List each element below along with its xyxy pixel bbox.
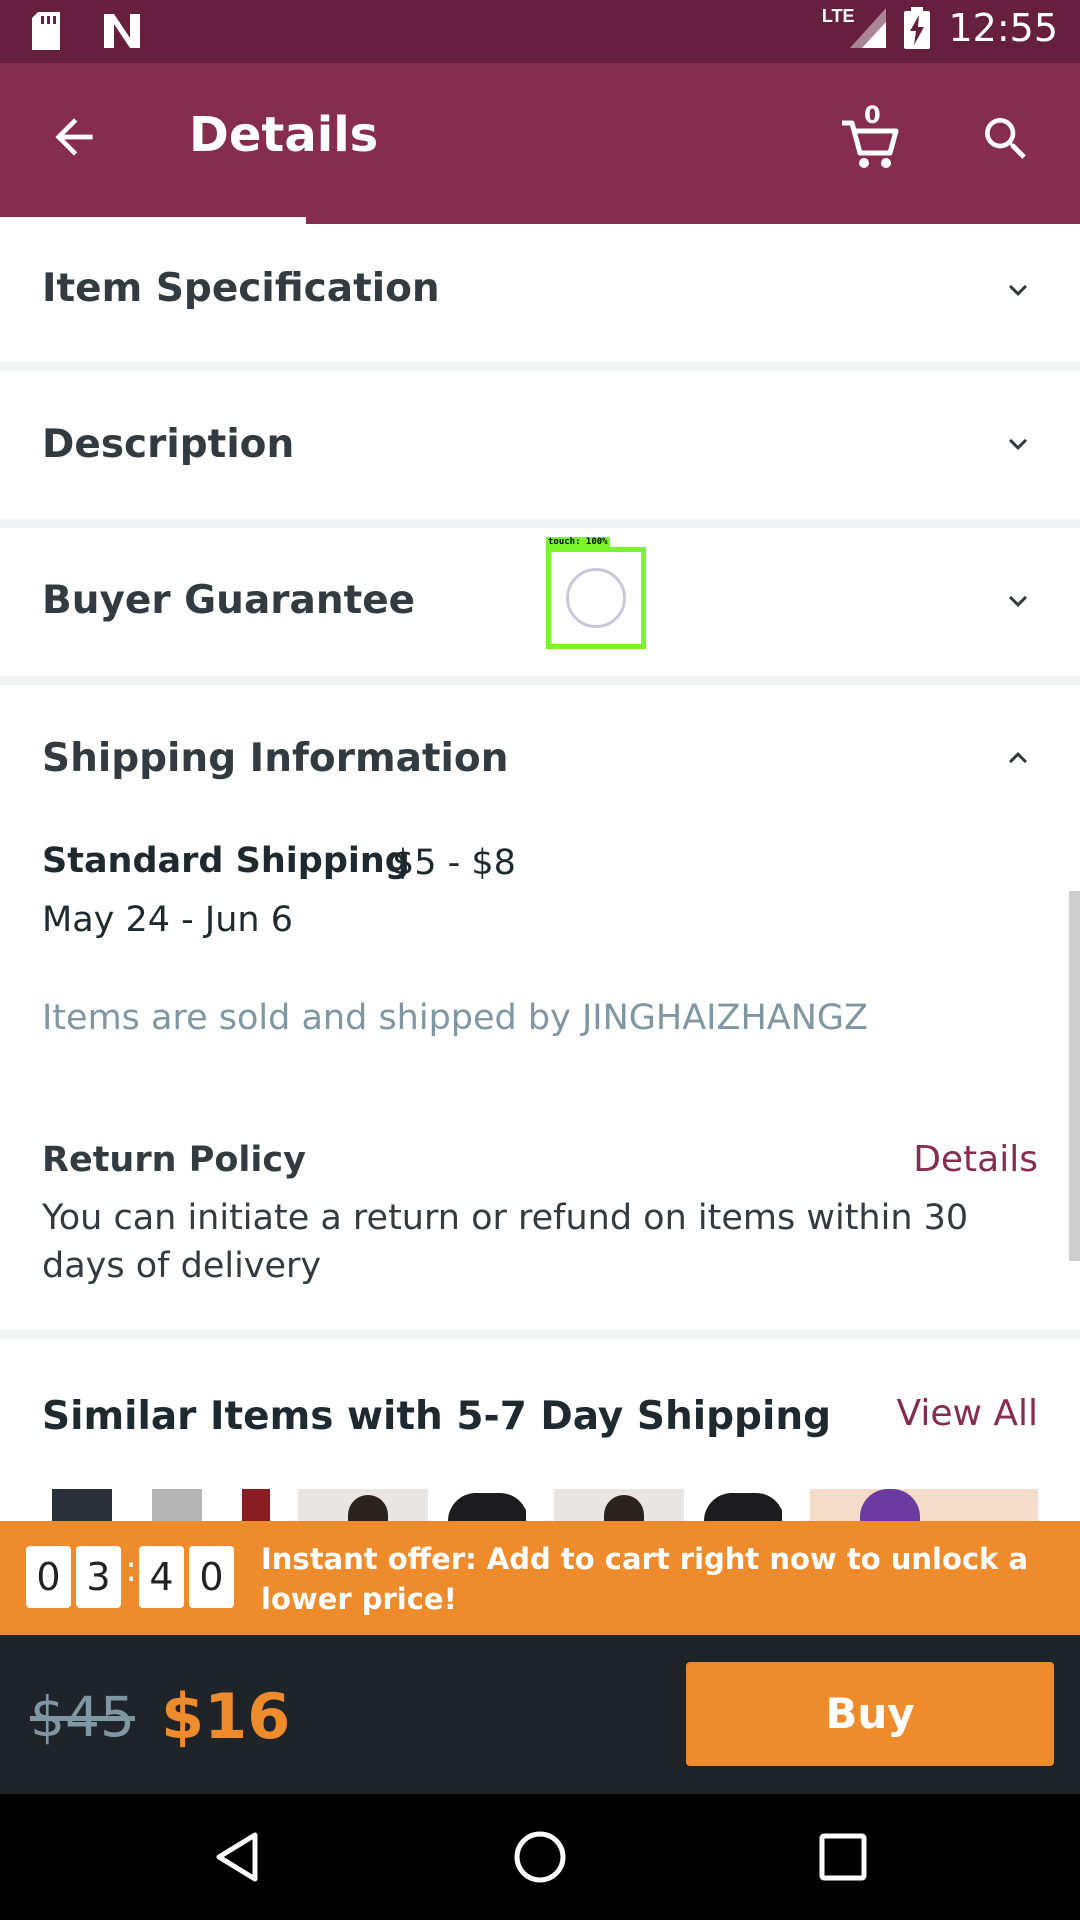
timer-digit: 3: [76, 1546, 121, 1608]
status-bar: LTE 12:55: [0, 0, 1080, 63]
sd-card-icon: [32, 12, 60, 50]
timer-digit: 4: [139, 1546, 184, 1608]
product-thumbnail[interactable]: [42, 1489, 270, 1521]
timer-separator: :: [125, 1549, 138, 1590]
page-title: Details: [189, 107, 379, 163]
original-price: $45: [30, 1685, 135, 1749]
instant-offer-banner[interactable]: 0 3 : 4 0 Instant offer: Add to cart rig…: [0, 1521, 1080, 1635]
divider: [0, 1330, 1080, 1339]
divider: [0, 519, 1080, 528]
return-policy-details-link[interactable]: Details: [913, 1139, 1038, 1180]
similar-items-title: Similar Items with 5-7 Day Shipping: [42, 1394, 832, 1439]
item-specification-title: Item Specification: [42, 266, 440, 311]
app-bar: Details 0: [0, 63, 1080, 224]
back-arrow-icon[interactable]: [46, 109, 102, 165]
n-notification-icon: [104, 14, 140, 48]
navigation-bar: [0, 1794, 1080, 1920]
touch-point-icon: [566, 568, 626, 628]
return-policy-text: You can initiate a return or refund on i…: [42, 1198, 969, 1286]
item-specification-section[interactable]: Item Specification: [0, 224, 1080, 362]
shipping-method: Standard Shipping: [42, 841, 410, 881]
shipping-dates: May 24 - Jun 6: [42, 900, 293, 940]
battery-charging-icon: [904, 7, 931, 49]
view-all-link[interactable]: View All: [896, 1393, 1038, 1434]
divider: [0, 676, 1080, 685]
timer-digit: 0: [26, 1546, 71, 1608]
chevron-down-icon: [1009, 284, 1027, 296]
chevron-down-icon: [1009, 595, 1027, 607]
buy-button[interactable]: Buy: [686, 1662, 1054, 1766]
buyer-guarantee-section[interactable]: Buyer Guarantee: [0, 528, 1080, 676]
seller-note: Items are sold and shipped by JINGHAIZHA…: [42, 998, 869, 1038]
sale-price: $16: [161, 1680, 291, 1753]
clock: 12:55: [948, 6, 1058, 50]
lte-signal-icon: [850, 8, 887, 48]
shipping-information-title[interactable]: Shipping Information: [42, 736, 508, 781]
buy-bar: $45 $16 Buy: [0, 1635, 1080, 1794]
search-icon[interactable]: [978, 111, 1034, 167]
shipping-price: $5 - $8: [392, 843, 516, 883]
product-thumbnail[interactable]: [554, 1489, 782, 1521]
product-thumbnail[interactable]: [810, 1489, 1038, 1521]
description-section[interactable]: Description: [0, 371, 1080, 519]
scrollbar[interactable]: [1069, 891, 1080, 1261]
divider: [0, 362, 1080, 371]
chevron-down-icon: [1009, 438, 1027, 450]
chevron-up-icon[interactable]: [1000, 740, 1036, 776]
tab-indicator: [0, 217, 306, 224]
back-triangle-icon[interactable]: [207, 1827, 267, 1887]
similar-items-carousel[interactable]: [42, 1489, 1038, 1521]
timer-digit: 0: [189, 1546, 234, 1608]
description-title: Description: [42, 422, 295, 467]
lte-label: LTE: [821, 5, 855, 26]
offer-text: Instant offer: Add to cart right now to …: [261, 1542, 1029, 1616]
return-policy-title: Return Policy: [42, 1140, 306, 1180]
cart-count: 0: [864, 101, 881, 129]
buyer-guarantee-title: Buyer Guarantee: [42, 578, 416, 623]
recents-square-icon[interactable]: [813, 1827, 873, 1887]
product-thumbnail[interactable]: [298, 1489, 526, 1521]
home-circle-icon[interactable]: [510, 1827, 570, 1887]
